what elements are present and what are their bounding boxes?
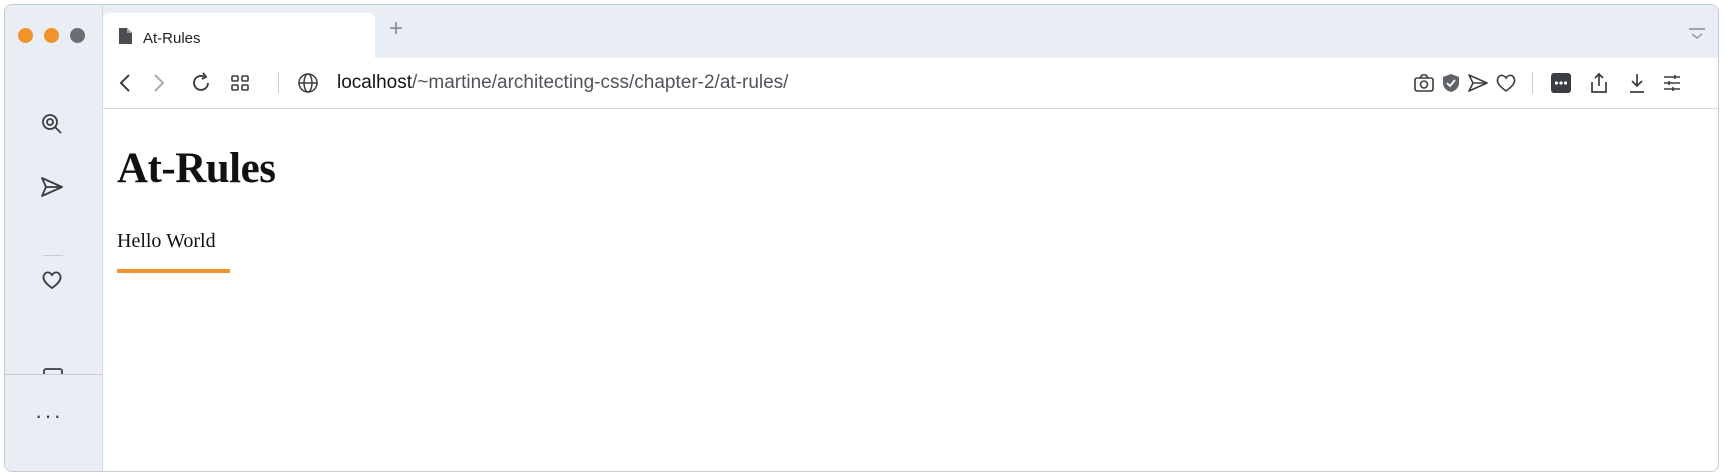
zoom-window-button[interactable] [70,28,85,43]
camera-icon[interactable] [1412,71,1436,95]
sidebar: ··· [5,5,103,471]
send-icon[interactable] [37,172,67,202]
document-icon [118,27,133,50]
extension-icon[interactable] [1549,71,1573,95]
page-content: At-Rules Hello World [103,109,1718,471]
sidebar-divider [43,255,63,256]
minimize-window-button[interactable] [44,28,59,43]
download-icon[interactable] [1625,71,1649,95]
tab-menu-icon[interactable] [1688,27,1706,46]
address-bar[interactable]: localhost/~martine/architecting-css/chap… [337,72,788,94]
forward-icon[interactable] [147,71,171,95]
heart-icon[interactable] [1494,71,1518,95]
browser-window: ··· At-Rules + localhost/~martine/archit… [4,4,1719,472]
reload-icon[interactable] [189,71,213,95]
more-icon[interactable]: ··· [35,403,63,429]
accent-underline [117,269,230,273]
hello-paragraph: Hello World [117,230,216,252]
globe-icon[interactable] [296,71,320,95]
heart-icon[interactable] [37,265,67,295]
share-icon[interactable] [1587,71,1611,95]
tab-title: At-Rules [143,30,201,47]
close-window-button[interactable] [18,28,33,43]
url-host: localhost [337,72,412,93]
sidebar-footer: ··· [5,374,102,471]
back-icon[interactable] [113,71,137,95]
tab-grid-icon[interactable] [228,71,252,95]
toolbar: localhost/~martine/architecting-css/chap… [103,58,1718,109]
page-heading: At-Rules [117,145,276,192]
search-icon[interactable] [37,109,67,139]
tab-bar: At-Rules + [103,5,1718,58]
new-tab-button[interactable]: + [389,17,403,41]
toolbar-divider [278,72,279,94]
send-icon[interactable] [1466,71,1490,95]
toolbar-divider-right [1532,72,1533,94]
url-path: /~martine/architecting-css/chapter-2/at-… [412,72,789,93]
tab-at-rules[interactable]: At-Rules [103,13,375,58]
shield-icon[interactable] [1439,71,1463,95]
settings-icon[interactable] [1660,71,1684,95]
